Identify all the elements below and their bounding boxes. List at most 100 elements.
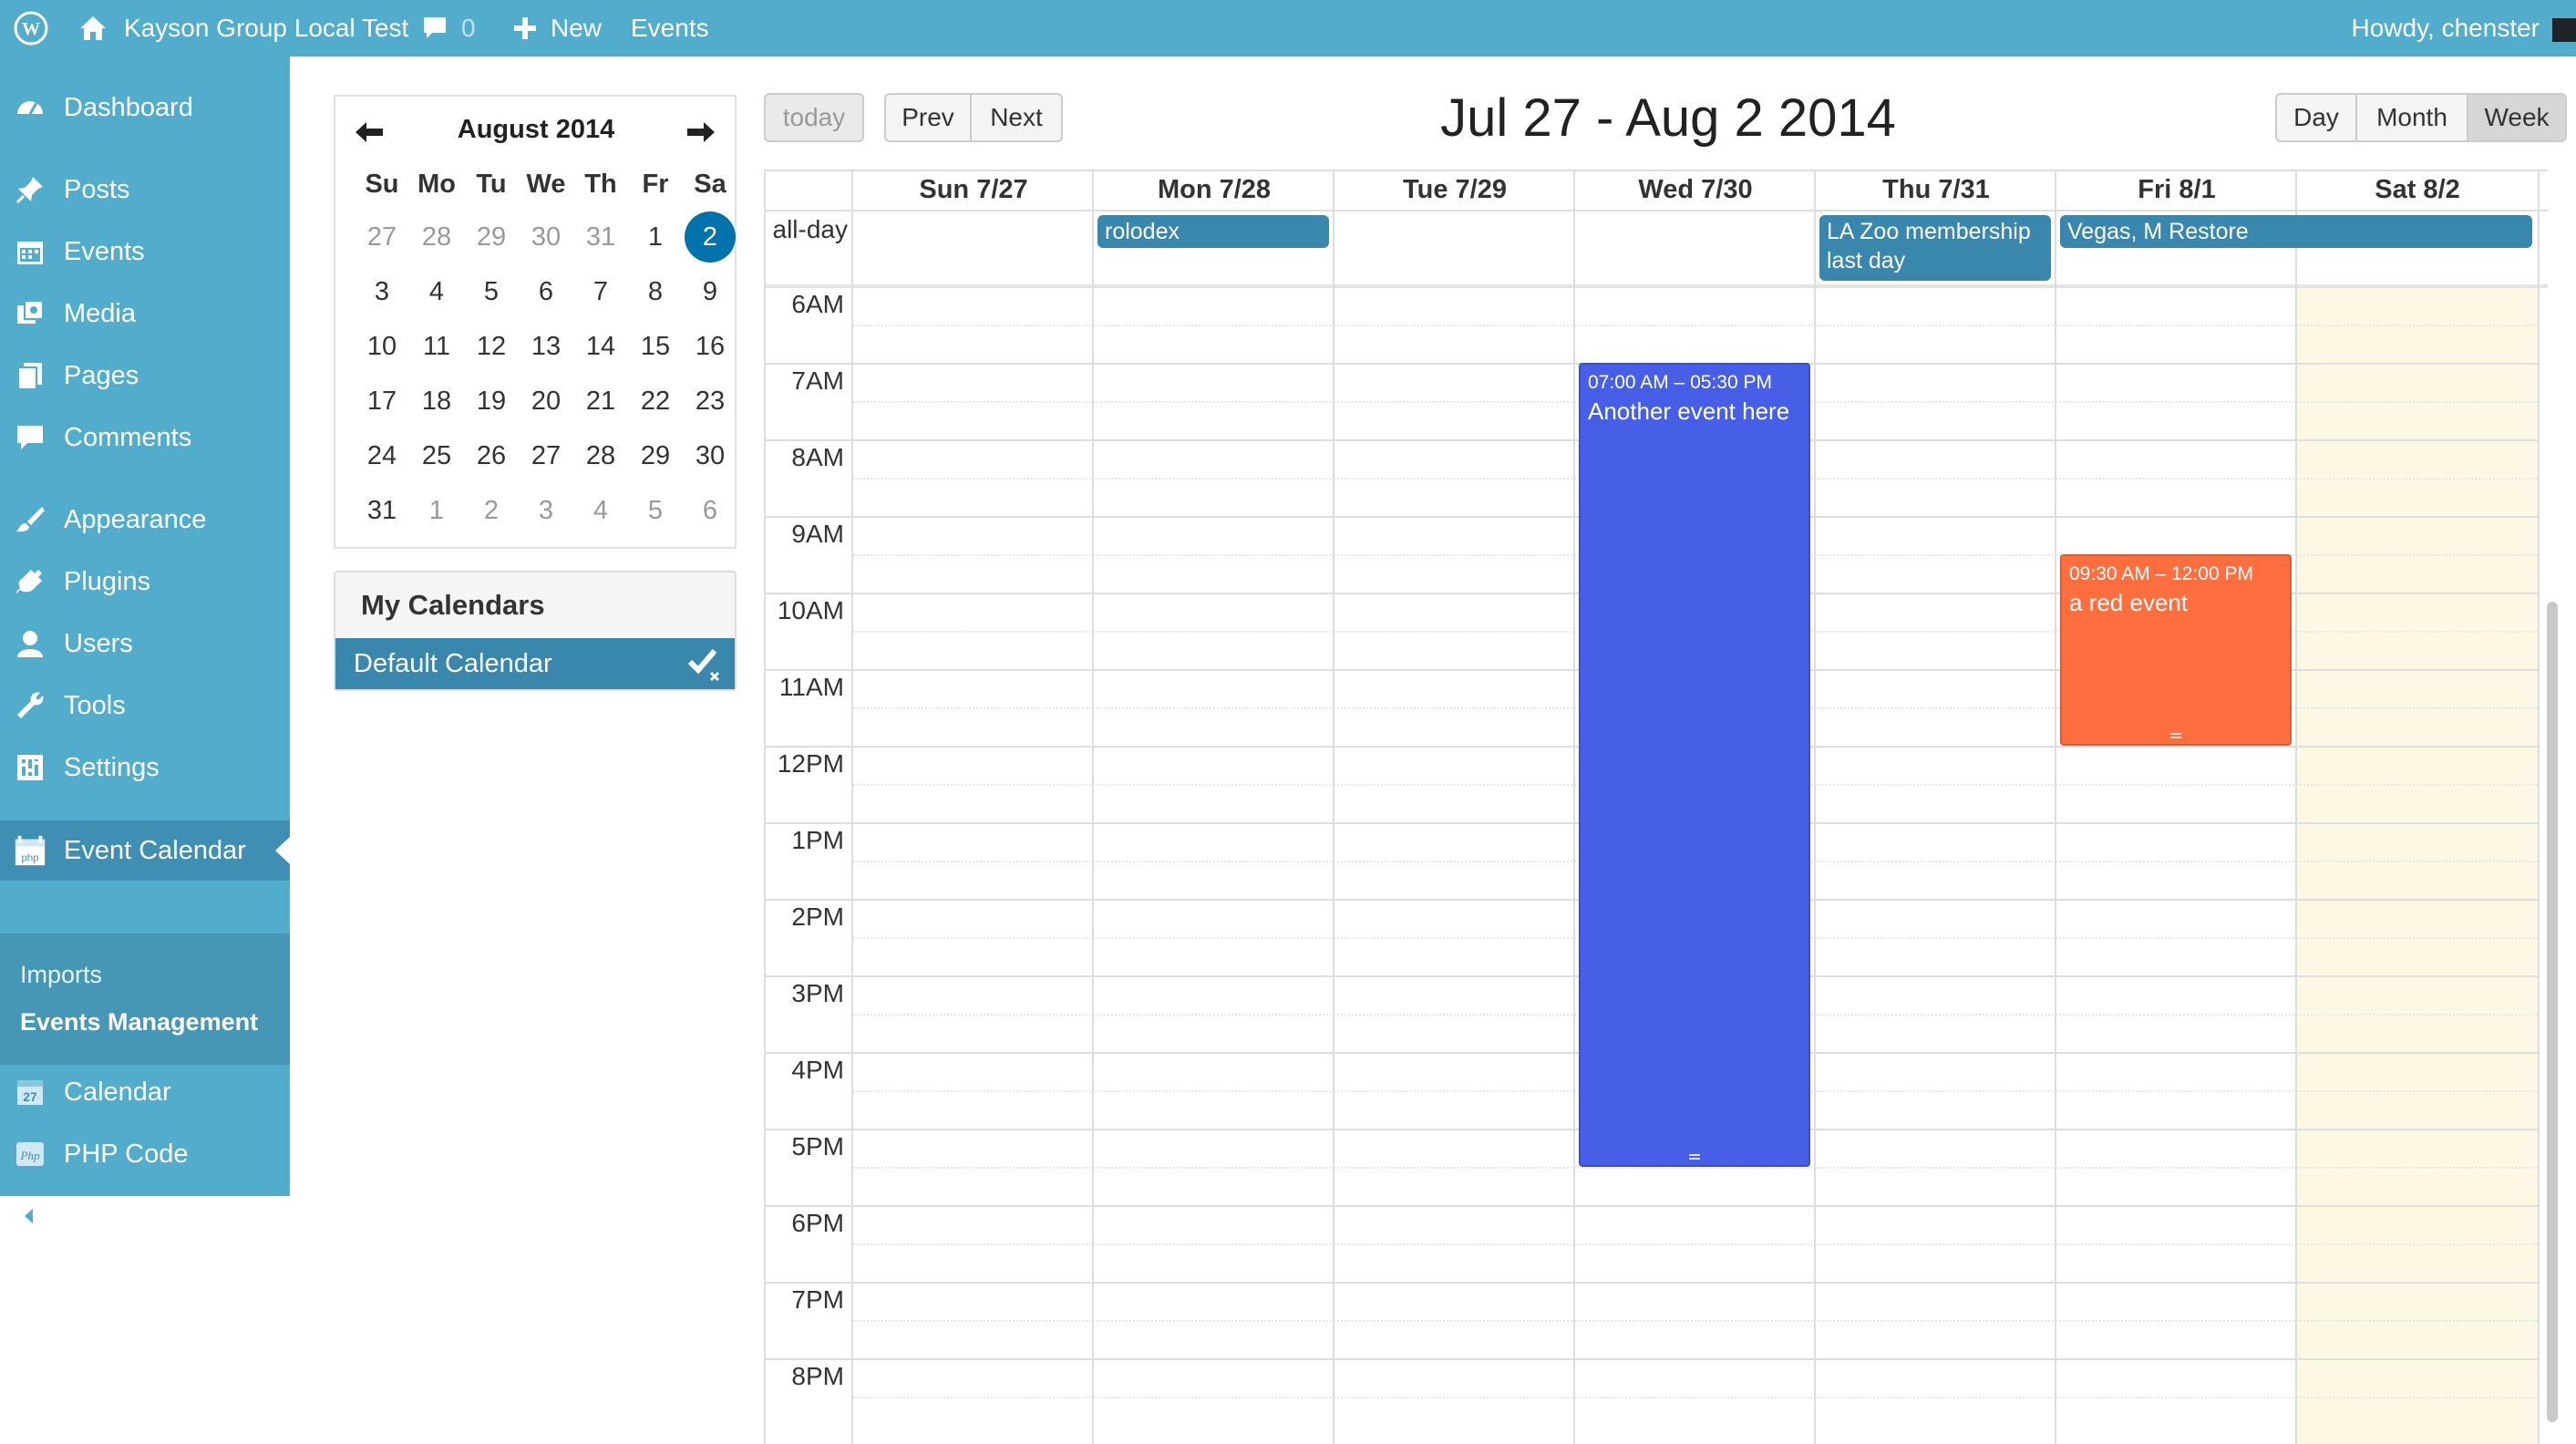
day-cell[interactable]: 11	[410, 332, 463, 362]
day-cell[interactable]: 31	[574, 222, 627, 253]
day-cell[interactable]: 10	[355, 332, 408, 362]
hour-label: 4PM	[791, 1056, 844, 1084]
day-cell[interactable]: 21	[574, 387, 627, 417]
hour-label: 12PM	[777, 749, 844, 778]
events-link[interactable]: Events	[631, 0, 709, 57]
day-cell[interactable]: 4	[410, 277, 463, 307]
checkmark-icon[interactable]	[687, 645, 720, 682]
menu-event-calendar[interactable]: php Event Calendar	[0, 820, 290, 881]
day-cell[interactable]: 5	[629, 496, 682, 526]
timed-event[interactable]: 09:30 AM – 12:00 PM a red event	[2060, 554, 2292, 746]
menu-tools[interactable]: Tools	[0, 680, 290, 731]
day-header[interactable]: Tue 7/29	[1334, 170, 1575, 210]
view-week-button[interactable]: Week	[2467, 93, 2567, 142]
day-cell[interactable]: 27	[355, 222, 408, 253]
day-cell[interactable]: 23	[684, 387, 737, 417]
menu-comments[interactable]: Comments	[0, 412, 290, 463]
calendar-item-default[interactable]: Default Calendar	[335, 638, 735, 689]
day-cell[interactable]: 16	[684, 332, 737, 362]
day-cell[interactable]: 31	[355, 496, 408, 526]
menu-plugins[interactable]: Plugins	[0, 556, 290, 607]
day-cell[interactable]: 30	[684, 441, 737, 471]
view-day-button[interactable]: Day	[2275, 93, 2357, 142]
day-cell[interactable]: 1	[629, 222, 682, 253]
day-cell[interactable]: 9	[684, 277, 737, 307]
day-cell[interactable]: 17	[355, 387, 408, 417]
day-cell[interactable]: 1	[410, 496, 463, 526]
php-icon: Php	[13, 1137, 47, 1171]
view-month-button[interactable]: Month	[2355, 93, 2468, 142]
day-cell[interactable]: 6	[684, 496, 737, 526]
day-cell[interactable]: 14	[574, 332, 627, 362]
day-header[interactable]: Sat 8/2	[2297, 170, 2538, 210]
menu-php-code[interactable]: Php PHP Code	[0, 1129, 290, 1180]
allday-event[interactable]: rolodex	[1097, 215, 1329, 248]
day-cell[interactable]: 13	[520, 332, 572, 362]
day-cell[interactable]: 24	[355, 441, 408, 471]
menu-calendar[interactable]: 27 Calendar	[0, 1067, 290, 1118]
resize-grip-icon[interactable]	[2170, 733, 2181, 738]
menu-posts[interactable]: Posts	[0, 164, 290, 215]
collapse-menu-button[interactable]: Collapse menu	[0, 1191, 290, 1242]
day-cell[interactable]: 30	[520, 222, 572, 253]
day-cell[interactable]: 3	[520, 496, 572, 526]
next-button[interactable]: Next	[970, 93, 1063, 142]
menu-media[interactable]: Media	[0, 288, 290, 339]
time-gutter-divider	[851, 170, 853, 1444]
new-content-link[interactable]: New	[512, 0, 602, 57]
day-header[interactable]: Sun 7/27	[853, 170, 1094, 210]
today-button[interactable]: today	[764, 93, 864, 142]
menu-events[interactable]: Events	[0, 226, 290, 277]
day-cell[interactable]: 6	[520, 277, 572, 307]
day-cell[interactable]: 26	[465, 441, 518, 471]
day-cell[interactable]: 19	[465, 387, 518, 417]
day-header[interactable]: Mon 7/28	[1094, 170, 1334, 210]
my-account-link[interactable]: Howdy, chenster	[2352, 0, 2540, 57]
day-cell[interactable]: 28	[574, 441, 627, 471]
comments-link[interactable]: 0	[421, 0, 476, 57]
day-cell[interactable]: 28	[410, 222, 463, 253]
menu-settings[interactable]: Settings	[0, 742, 290, 793]
scrollbar-thumb[interactable]	[2547, 602, 2558, 1422]
day-cell[interactable]: 7	[574, 277, 627, 307]
day-cell[interactable]: 18	[410, 387, 463, 417]
day-cell[interactable]: 4	[574, 496, 627, 526]
submenu-events-management[interactable]: Events Management	[20, 1008, 258, 1037]
day-cell[interactable]: 25	[410, 441, 463, 471]
day-cell[interactable]: 2	[465, 496, 518, 526]
menu-label: Posts	[64, 174, 130, 204]
day-cell[interactable]: 27	[520, 441, 572, 471]
svg-text:Php: Php	[20, 1149, 40, 1162]
svg-text:27: 27	[23, 1089, 37, 1104]
resize-grip-icon[interactable]	[1689, 1154, 1700, 1160]
day-cell[interactable]: 20	[520, 387, 572, 417]
menu-pages[interactable]: Pages	[0, 350, 290, 401]
day-header[interactable]: Fri 8/1	[2056, 170, 2297, 210]
timed-event[interactable]: 07:00 AM – 05:30 PM Another event here	[1579, 363, 1810, 1167]
menu-dashboard[interactable]: Dashboard	[0, 82, 290, 133]
day-cell[interactable]: 29	[629, 441, 682, 471]
site-home-link[interactable]: Kayson Group Local Test	[78, 0, 408, 57]
avatar[interactable]	[2552, 18, 2576, 42]
new-label: New	[551, 14, 603, 42]
day-cell[interactable]: 5	[465, 277, 518, 307]
menu-users[interactable]: Users	[0, 618, 290, 669]
day-header[interactable]: Thu 7/31	[1816, 170, 2056, 210]
menu-appearance[interactable]: Appearance	[0, 494, 290, 545]
day-cell[interactable]: 3	[355, 277, 408, 307]
next-month-arrow-icon[interactable]	[685, 120, 716, 144]
hour-label: 7AM	[791, 366, 844, 395]
day-cell[interactable]: 22	[629, 387, 682, 417]
selected-day[interactable]: 2	[685, 211, 736, 263]
submenu-imports[interactable]: Imports	[20, 961, 102, 989]
day-cell[interactable]: 12	[465, 332, 518, 362]
allday-event[interactable]: LA Zoo membership last day	[1819, 215, 2051, 281]
day-cell[interactable]: 29	[465, 222, 518, 253]
day-cell[interactable]: 8	[629, 277, 682, 307]
day-header[interactable]: Wed 7/30	[1575, 170, 1816, 210]
wordpress-logo-icon[interactable]: W	[13, 0, 49, 57]
prev-button[interactable]: Prev	[884, 93, 972, 142]
allday-event[interactable]: Vegas, M Restore	[2060, 215, 2532, 248]
day-cell[interactable]: 15	[629, 332, 682, 362]
hour-label: 8PM	[791, 1362, 844, 1390]
